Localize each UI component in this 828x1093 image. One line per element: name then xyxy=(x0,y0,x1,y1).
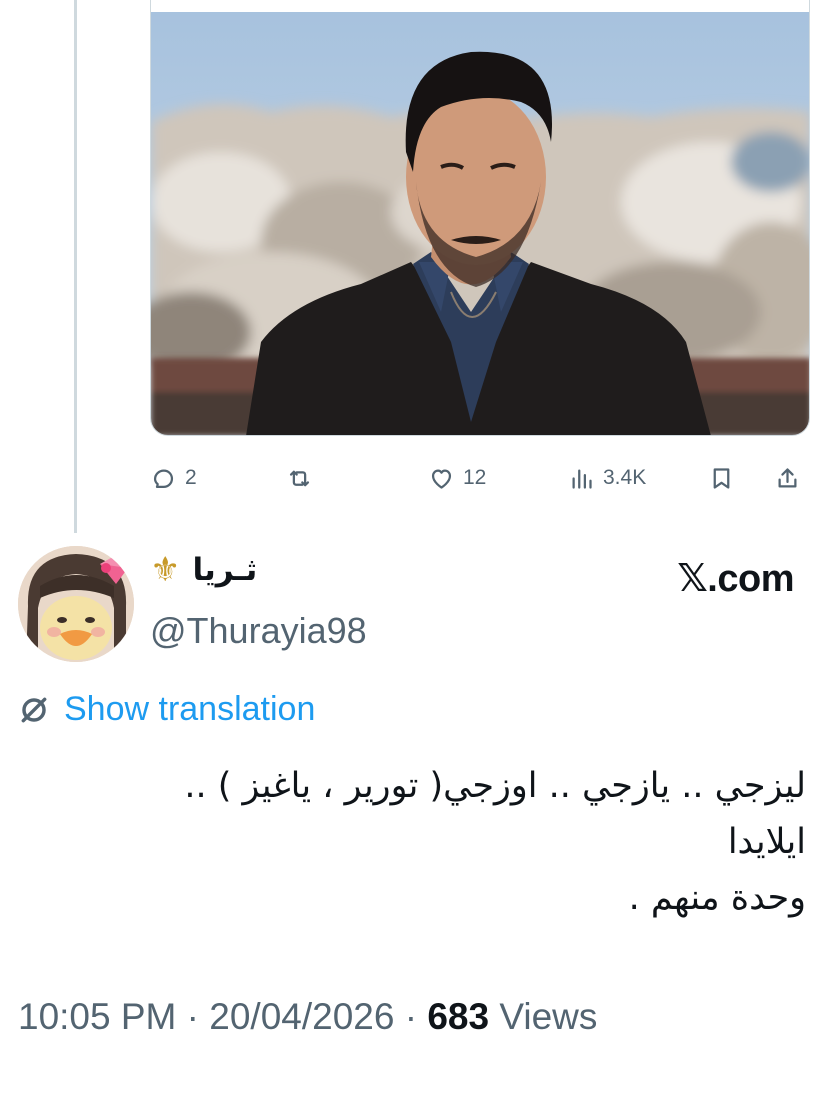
tweet-text-line: وحدة منهم . xyxy=(628,878,806,918)
globe-icon xyxy=(21,697,47,722)
heart-icon xyxy=(431,469,452,489)
author-avatar[interactable] xyxy=(18,546,134,662)
meta-separator: · xyxy=(404,996,418,1037)
reply-icon xyxy=(153,469,174,488)
tweet-text-line: ليزجي .. يازجي .. اوزجي( تورير ، ياغيز )… xyxy=(184,766,806,806)
tweet-time[interactable]: 10:05 PM xyxy=(18,996,176,1037)
tweet-date[interactable]: 20/04/2026 xyxy=(209,996,394,1037)
like-count: 12 xyxy=(463,466,487,489)
share-icon xyxy=(778,467,797,487)
tweet-metadata: 10:05 PM · 20/04/2026 · 683 Views xyxy=(18,996,597,1038)
like-button[interactable]: 12 xyxy=(428,456,486,500)
x-brand-logo: 𝕏.com xyxy=(677,558,794,600)
duck-with-pink-bow-avatar-icon xyxy=(18,546,134,662)
author-name-row[interactable]: ⚜ ثـريا xyxy=(150,552,257,588)
share-button[interactable] xyxy=(774,456,801,500)
meta-separator: · xyxy=(186,996,199,1037)
show-translation-label: Show translation xyxy=(64,690,316,728)
bookmark-icon xyxy=(713,467,730,489)
author-handle[interactable]: @Thurayia98 xyxy=(150,610,367,652)
views-button[interactable]: 3.4K xyxy=(568,456,646,500)
tweet-text: ليزجي .. يازجي .. اوزجي( تورير ، ياغيز )… xyxy=(16,758,806,926)
thread-connector-line xyxy=(74,0,77,533)
man-in-coat-photo xyxy=(151,12,809,435)
show-translation-button[interactable]: Show translation xyxy=(18,690,315,729)
retweet-icon xyxy=(289,470,310,486)
bookmark-button[interactable] xyxy=(708,456,735,500)
tweet-media-image[interactable] xyxy=(150,0,810,436)
reply-button[interactable]: 2 xyxy=(150,456,197,500)
tweet-views-label: Views xyxy=(499,996,598,1037)
analytics-bars-icon xyxy=(572,469,592,489)
author-display-name[interactable]: ثـريا xyxy=(192,552,257,588)
retweet-button[interactable] xyxy=(286,456,313,500)
tweet-views-count: 683 xyxy=(427,996,490,1037)
fleur-de-lis-icon: ⚜ xyxy=(150,551,181,589)
reply-count: 2 xyxy=(185,466,197,489)
tweet-text-line: ايلايدا xyxy=(727,822,806,862)
tweet-action-bar: 2 12 3.4K xyxy=(150,456,810,500)
views-count: 3.4K xyxy=(603,466,647,489)
